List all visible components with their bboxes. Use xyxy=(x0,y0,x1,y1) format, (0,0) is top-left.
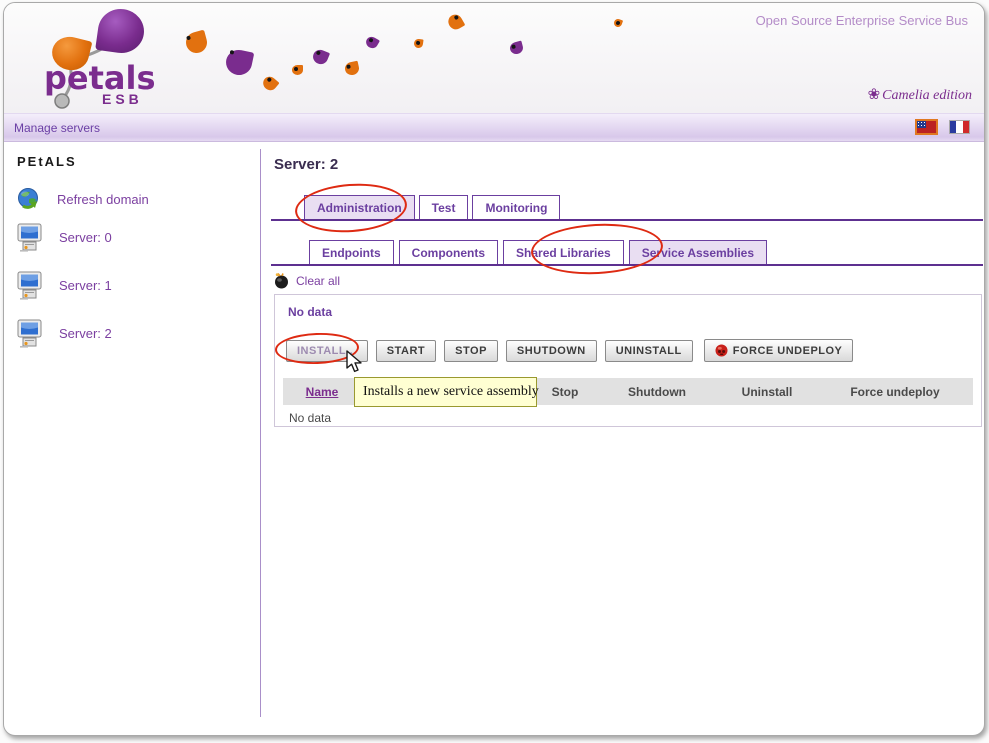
sidebar-item-server-0[interactable]: Server: 0 xyxy=(17,223,112,252)
petal-decoration xyxy=(311,48,330,67)
service-assemblies-panel: No data INSTALL... START STOP SHUTDOWN U… xyxy=(274,294,982,427)
install-tooltip: Installs a new service assembly xyxy=(354,377,537,407)
column-header-name[interactable]: Name xyxy=(306,385,339,399)
tab-components[interactable]: Components xyxy=(399,240,498,266)
petal-decoration xyxy=(260,74,279,93)
column-header-shutdown: Shutdown xyxy=(628,385,686,399)
petal-decoration xyxy=(413,38,423,48)
shutdown-button[interactable]: SHUTDOWN xyxy=(506,340,597,362)
computer-icon xyxy=(17,271,43,300)
petal-decoration xyxy=(613,18,623,28)
clear-all-button[interactable]: Clear all xyxy=(273,273,340,289)
stop-button[interactable]: STOP xyxy=(444,340,498,362)
sidebar-item-label: Refresh domain xyxy=(57,192,149,207)
sidebar-item-label: Server: 0 xyxy=(59,230,112,245)
computer-icon xyxy=(17,319,43,348)
column-header-uninstall: Uninstall xyxy=(742,385,793,399)
camelia-flower-icon: ❀ xyxy=(868,87,881,103)
uninstall-button[interactable]: UNINSTALL xyxy=(605,340,693,362)
globe-refresh-icon xyxy=(17,187,41,211)
sidebar-title: PEtALS xyxy=(17,154,77,169)
no-data-status: No data xyxy=(288,305,332,319)
tab-endpoints[interactable]: Endpoints xyxy=(309,240,394,266)
logo-esb-label: ESB xyxy=(102,91,143,107)
sidebar-item-refresh-domain[interactable]: Refresh domain xyxy=(17,187,149,211)
force-undeploy-button[interactable]: FORCE UNDEPLOY xyxy=(704,339,854,362)
clear-all-label: Clear all xyxy=(296,274,340,288)
bomb-icon xyxy=(273,273,289,289)
sidebar-item-label: Server: 1 xyxy=(59,278,112,293)
action-buttons-row: INSTALL... START STOP SHUTDOWN UNINSTALL… xyxy=(286,339,853,362)
petal-decoration xyxy=(292,65,303,75)
sidebar-item-label: Server: 2 xyxy=(59,326,112,341)
force-undeploy-label: FORCE UNDEPLOY xyxy=(733,345,843,357)
column-header-force-undeploy: Force undeploy xyxy=(850,385,939,399)
petals-esb-logo: petals ESB xyxy=(40,7,215,111)
sidebar-divider xyxy=(260,149,261,717)
annotation-ellipse-service-assemblies xyxy=(530,221,664,278)
sidebar-item-server-1[interactable]: Server: 1 xyxy=(17,271,112,300)
petal-decoration xyxy=(224,48,255,78)
red-bomb-icon xyxy=(715,344,728,357)
petal-decoration xyxy=(344,61,360,77)
sidebar-item-server-2[interactable]: Server: 2 xyxy=(17,319,112,348)
page-title: Server: 2 xyxy=(274,156,338,173)
header: petals ESB Open Source Enterprise Servic… xyxy=(4,3,984,113)
mouse-cursor-icon xyxy=(345,350,364,373)
tab-test[interactable]: Test xyxy=(419,195,469,221)
petal-decoration xyxy=(446,12,466,32)
menubar: Manage servers xyxy=(4,113,984,142)
tab-monitoring[interactable]: Monitoring xyxy=(472,195,560,221)
table-empty-row: No data xyxy=(289,411,331,425)
manage-servers-menu-item[interactable]: Manage servers xyxy=(14,121,100,135)
computer-icon xyxy=(17,223,43,252)
us-flag-language-button[interactable] xyxy=(915,119,938,135)
start-button[interactable]: START xyxy=(376,340,436,362)
header-tagline: Open Source Enterprise Service Bus xyxy=(756,13,968,28)
petal-decoration xyxy=(364,35,380,51)
column-header-stop: Stop xyxy=(552,385,579,399)
fr-flag-language-button[interactable] xyxy=(949,120,970,134)
edition-label: ❀Camelia edition xyxy=(868,85,972,104)
annotation-ellipse-administration xyxy=(293,180,408,236)
app-window: petals ESB Open Source Enterprise Servic… xyxy=(3,2,985,736)
petal-decoration xyxy=(509,41,525,56)
